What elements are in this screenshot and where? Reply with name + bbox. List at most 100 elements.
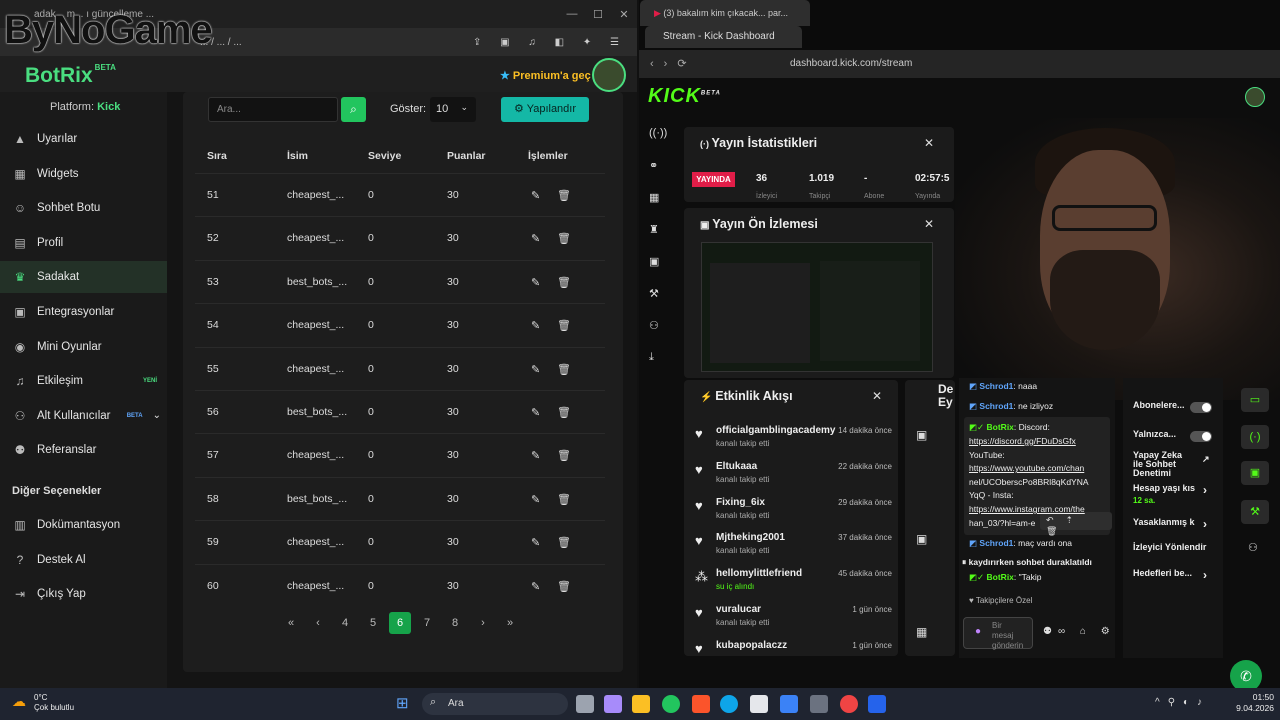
download-icon[interactable]: ⤓ [649,351,654,364]
sidebar-item-alt-kullan-c-lar[interactable]: ⚇ Alt Kullanıcılar BETA ⌄ [0,400,167,432]
users-icon[interactable]: ⚇ [649,319,659,332]
nav-buttons[interactable]: ‹›⟳ [650,57,697,70]
setting-label[interactable]: Yasaklanmış k [1133,518,1213,527]
taskbar-search[interactable]: Ara [422,693,568,715]
chat-input[interactable]: Bir mesaj gönderin [963,617,1033,650]
store-icon[interactable] [750,695,768,713]
edit-icon[interactable]: ✎ [531,406,540,419]
edit-icon[interactable]: ✎ [531,189,540,202]
right-url[interactable]: dashboard.kick.com/stream [790,58,912,69]
copilot-icon[interactable] [604,695,622,713]
sidebar-item-widgets[interactable]: ▦ Widgets [0,158,167,190]
trash-icon[interactable]: 🗑 [557,319,571,332]
page-button[interactable]: » [499,612,521,634]
page-button[interactable]: « [280,612,302,634]
column-header[interactable]: İsim [287,150,308,162]
feed-item[interactable]: ♥ Fixing_6ix kanalı takip etti 29 dakika ön… [695,497,892,533]
chat-username[interactable]: Schrod1 [979,401,1013,411]
chat-tool-icons[interactable]: ⚉∞ ⌂ ⚙ [1043,626,1116,637]
other-item-1[interactable]: ? Destek Al [0,544,167,576]
trash-icon[interactable]: 🗑 [557,493,571,506]
wrench-icon[interactable]: ⚒ [1241,500,1269,524]
broadcast-icon[interactable]: (·) [1241,425,1269,449]
camera-icon[interactable]: ▣ [1241,461,1269,485]
link-icon[interactable]: ⚭ [649,159,658,172]
tv-icon[interactable]: ▣ [916,532,927,546]
setting-label[interactable]: Hedefleri be... [1133,569,1213,578]
app-icon[interactable] [868,695,886,713]
close-icon[interactable]: ✕ [611,8,637,21]
setting-toggle[interactable] [1190,431,1212,442]
stream-preview-video[interactable] [701,242,933,372]
sidebar-item-etkile-im[interactable]: ♫ Etkileşim YENİ [0,365,167,397]
edge-icon[interactable] [720,695,738,713]
edit-icon[interactable]: ✎ [531,493,540,506]
tv-icon[interactable]: ▣ [916,428,927,442]
feed-item[interactable]: ♥ kubapopalaczz 1 gün önce [695,640,892,676]
setting-toggle[interactable] [1190,402,1212,413]
right-url-bar[interactable] [639,50,1280,78]
youtube-tab[interactable]: ▶ (3) bakalım kim çıkacak... par... [640,0,810,26]
botrix-logo[interactable]: BotRix BETA [25,63,116,88]
media-icon[interactable]: ▣ [649,255,659,268]
trash-icon[interactable]: 🗑 [557,189,571,202]
feed-item[interactable]: ⁂ hellomylittlefriend su iç alındı 45 dakik… [695,568,892,604]
app-icon[interactable] [840,695,858,713]
chevron-right-icon[interactable]: › [1203,517,1207,531]
users-icon[interactable]: ⚇ [1248,541,1258,554]
search-input[interactable]: Ara... [208,97,338,122]
task-view-icon[interactable] [576,695,594,713]
broadcast-icon[interactable]: ((·)) [649,127,667,139]
feed-item[interactable]: ♥ Eltukaaa kanalı takip etti 22 dakika önce [695,461,892,497]
configure-button[interactable]: ⚙ Yapılandır [501,97,589,122]
page-button[interactable]: 7 [416,612,438,634]
edit-icon[interactable]: ✎ [531,232,540,245]
trash-icon[interactable]: 🗑 [557,276,571,289]
trash-icon[interactable]: 🗑 [557,232,571,245]
calendar-icon[interactable]: ▦ [916,625,927,639]
sidebar-item-sadakat[interactable]: ♛ Sadakat [0,261,167,294]
app-icon[interactable] [810,695,828,713]
setting-label[interactable]: Hesap yaşı kıs [1133,484,1213,493]
feed-item[interactable]: ♥ vuralucar kanalı takip etti 1 gün önce [695,604,892,640]
wrench-icon[interactable]: ⚒ [649,287,659,300]
search-button[interactable]: ⌕ [341,97,366,122]
page-button[interactable]: 6 [389,612,411,634]
maximize-icon[interactable]: ☐ [585,8,611,21]
spotify-icon[interactable] [662,695,680,713]
close-icon[interactable]: ✕ [872,389,882,403]
setting-label[interactable]: İzleyici Yönlendir [1133,543,1213,552]
kick-avatar[interactable] [1245,87,1265,107]
user-avatar[interactable] [592,58,626,92]
file-explorer-icon[interactable] [632,695,650,713]
chat-icon[interactable]: ▭ [1241,388,1269,412]
sidebar-item-uyar-lar[interactable]: ▲ Uyarılar [0,123,167,155]
page-button[interactable]: 4 [334,612,356,634]
chat-paused-notice[interactable]: ⏸ kaydırırken sohbet duraklatıldı [962,556,1112,569]
trash-icon[interactable]: 🗑 [557,580,571,593]
system-tray-icons[interactable]: ^⚲◐♪ [1155,697,1210,708]
sidebar-item-referanslar[interactable]: ⚉ Referanslar [0,434,167,466]
chat-username[interactable]: Schrod1 [979,538,1013,548]
sidebar-item-entegrasyonlar[interactable]: ▣ Entegrasyonlar [0,296,167,328]
page-button[interactable]: 8 [444,612,466,634]
sidebar-item-profil[interactable]: ▤ Profil [0,227,167,259]
chevron-right-icon[interactable]: › [1203,483,1207,497]
edit-icon[interactable]: ✎ [531,363,540,376]
close-icon[interactable]: ✕ [924,217,934,231]
trash-icon[interactable]: 🗑 [557,363,571,376]
trash-icon[interactable]: 🗑 [557,536,571,549]
edit-icon[interactable]: ✎ [531,536,540,549]
feed-item[interactable]: ♥ officialgamblingacademy kanalı takip ett… [695,425,892,461]
page-button[interactable]: ‹ [307,612,329,634]
edit-icon[interactable]: ✎ [531,580,540,593]
chat-username[interactable]: BotRix [987,422,1014,432]
other-item-2[interactable]: ⇥ Çıkış Yap [0,578,167,610]
sidebar-item-mini-oyunlar[interactable]: ◉ Mini Oyunlar [0,331,167,363]
edit-icon[interactable]: ✎ [531,319,540,332]
kick-dashboard-tab[interactable]: Stream - Kick Dashboard [645,26,802,48]
page-button[interactable]: › [472,612,494,634]
windows-start-icon[interactable]: ⊞ [396,694,409,712]
kick-logo[interactable]: KICKBETA [648,85,721,108]
edit-icon[interactable]: ✎ [531,276,540,289]
